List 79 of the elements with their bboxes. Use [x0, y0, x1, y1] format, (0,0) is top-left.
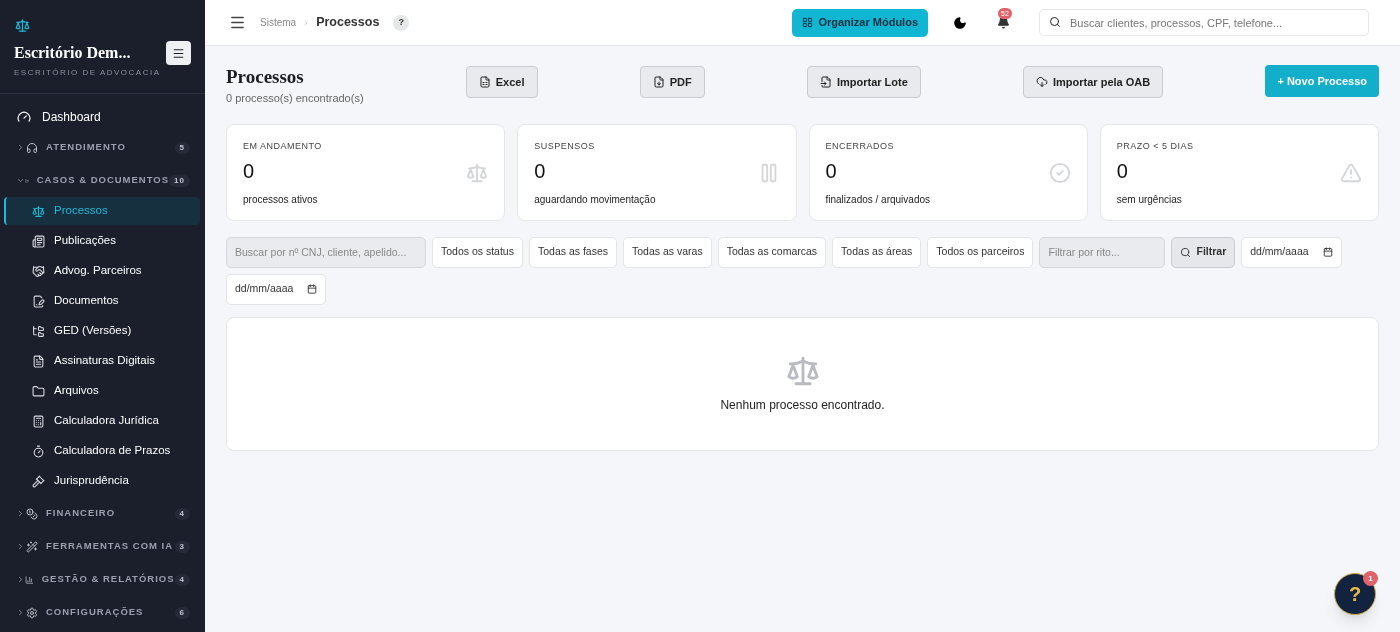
- stat-card: SUSPENSOS 0 aguardando movimentação: [517, 123, 797, 221]
- item-icon: [32, 204, 45, 218]
- filter-button[interactable]: Filtrar: [1171, 236, 1236, 268]
- filter-dropdown[interactable]: Todas as fases: [528, 236, 617, 268]
- nav-item[interactable]: Arquivos: [4, 377, 200, 405]
- item-icon: [32, 324, 45, 338]
- calendar-icon: [307, 284, 318, 294]
- empty-message: Nenhum processo encontrado.: [720, 396, 885, 414]
- breadcrumb-item: Processos: [316, 14, 380, 32]
- item-icon: [32, 444, 45, 458]
- count-badge: 6: [174, 606, 190, 619]
- item-icon: [32, 294, 45, 308]
- action-button[interactable]: Importar pela OAB: [1023, 66, 1164, 98]
- menu-button[interactable]: [166, 41, 191, 65]
- search-icon: [1180, 246, 1192, 258]
- stat-card: PRAZO < 5 DIAS 0 sem urgências: [1099, 123, 1379, 221]
- item-icon: [32, 474, 45, 488]
- nav-item[interactable]: Advog. Parceiros: [4, 257, 200, 285]
- search-icon: [1049, 16, 1061, 28]
- stat-card: ENCERRADOS 0 finalizados / arquivados: [808, 123, 1088, 221]
- nav-item[interactable]: Documentos: [4, 287, 200, 315]
- gauge-icon: [17, 110, 31, 124]
- nav-item[interactable]: GED (Versões): [4, 317, 200, 345]
- stat-icon: [466, 161, 489, 184]
- item-icon: [32, 234, 45, 248]
- stat-card: EM ANDAMENTO 0 processos ativos: [226, 123, 506, 221]
- action-button[interactable]: Importar Lote: [806, 66, 921, 98]
- nav-item[interactable]: Calculadora Jurídica: [4, 407, 200, 435]
- nav-section[interactable]: CONFIGURAÇÕES 6: [4, 596, 200, 629]
- nav-item[interactable]: Calculadora de Prazos: [4, 437, 200, 465]
- count-badge: 3: [174, 540, 190, 553]
- page-title: Processos: [226, 66, 305, 88]
- nav-section[interactable]: CASOS & DOCUMENTOS 10: [4, 164, 200, 197]
- help-badge-count: 1: [1363, 571, 1378, 586]
- count-badge: 5: [174, 141, 190, 154]
- nav-item[interactable]: Jurisprudência: [4, 467, 200, 495]
- filter-dropdown[interactable]: Todos os status: [432, 236, 523, 268]
- nav-item[interactable]: Publicações: [4, 227, 200, 255]
- grid-icon: [802, 17, 814, 28]
- nav-item[interactable]: Processos: [4, 197, 200, 225]
- item-icon: [32, 354, 45, 368]
- item-icon: [32, 414, 45, 428]
- bell-icon[interactable]: [996, 16, 1010, 29]
- nav-section[interactable]: FINANCEIRO 4: [4, 497, 200, 530]
- stat-icon: [1048, 161, 1071, 184]
- office-subtitle: ESCRITÓRIO DE ADVOCACIA: [14, 67, 161, 79]
- search-field[interactable]: Buscar por nº CNJ, cliente, apelido...: [226, 236, 426, 268]
- filter-dropdown[interactable]: Todos os parceiros: [927, 236, 1034, 268]
- scales-logo-icon: [15, 18, 30, 33]
- search-field[interactable]: Buscar clientes, processos, CPF, telefone...: [1039, 9, 1369, 36]
- help-button[interactable]: ? 1: [1334, 573, 1376, 615]
- nav-item[interactable]: Dashboard: [4, 103, 200, 131]
- result-count: 0 processo(s) encontrado(s): [226, 91, 364, 106]
- item-icon: [32, 384, 45, 398]
- count-badge: 10: [169, 174, 190, 187]
- action-button[interactable]: Excel: [465, 66, 538, 98]
- nav-item[interactable]: Assinaturas Digitais: [4, 347, 200, 375]
- breadcrumb-item[interactable]: Sistema: [260, 15, 297, 30]
- organize-modules-button[interactable]: Organizar Módulos: [792, 8, 928, 37]
- date-field[interactable]: dd/mm/aaaa: [226, 273, 327, 305]
- date-field[interactable]: dd/mm/aaaa: [1241, 236, 1342, 268]
- action-button[interactable]: PDF: [639, 66, 705, 98]
- moon-icon[interactable]: [953, 15, 967, 30]
- menu-icon[interactable]: [229, 14, 246, 31]
- count-badge: 4: [174, 573, 190, 586]
- filter-dropdown[interactable]: Todas as áreas: [832, 236, 922, 268]
- search-field[interactable]: Filtrar por rito...: [1039, 236, 1166, 268]
- stat-icon: [1340, 161, 1362, 184]
- menu-icon: [172, 46, 185, 60]
- count-badge: 4: [174, 507, 190, 520]
- filter-dropdown[interactable]: Todas as varas: [623, 236, 712, 268]
- nav-section[interactable]: FERRAMENTAS COM IA 3: [4, 530, 200, 563]
- item-icon: [32, 264, 45, 278]
- nav-section[interactable]: ATENDIMENTO 5: [4, 131, 200, 164]
- nav-section[interactable]: GESTÃO & RELATÓRIOS 4: [4, 563, 200, 596]
- office-name: Escritório Dem...: [14, 43, 132, 63]
- calendar-icon: [1322, 247, 1333, 257]
- help-badge[interactable]: ?: [393, 14, 410, 31]
- filter-dropdown[interactable]: Todas as comarcas: [717, 236, 827, 268]
